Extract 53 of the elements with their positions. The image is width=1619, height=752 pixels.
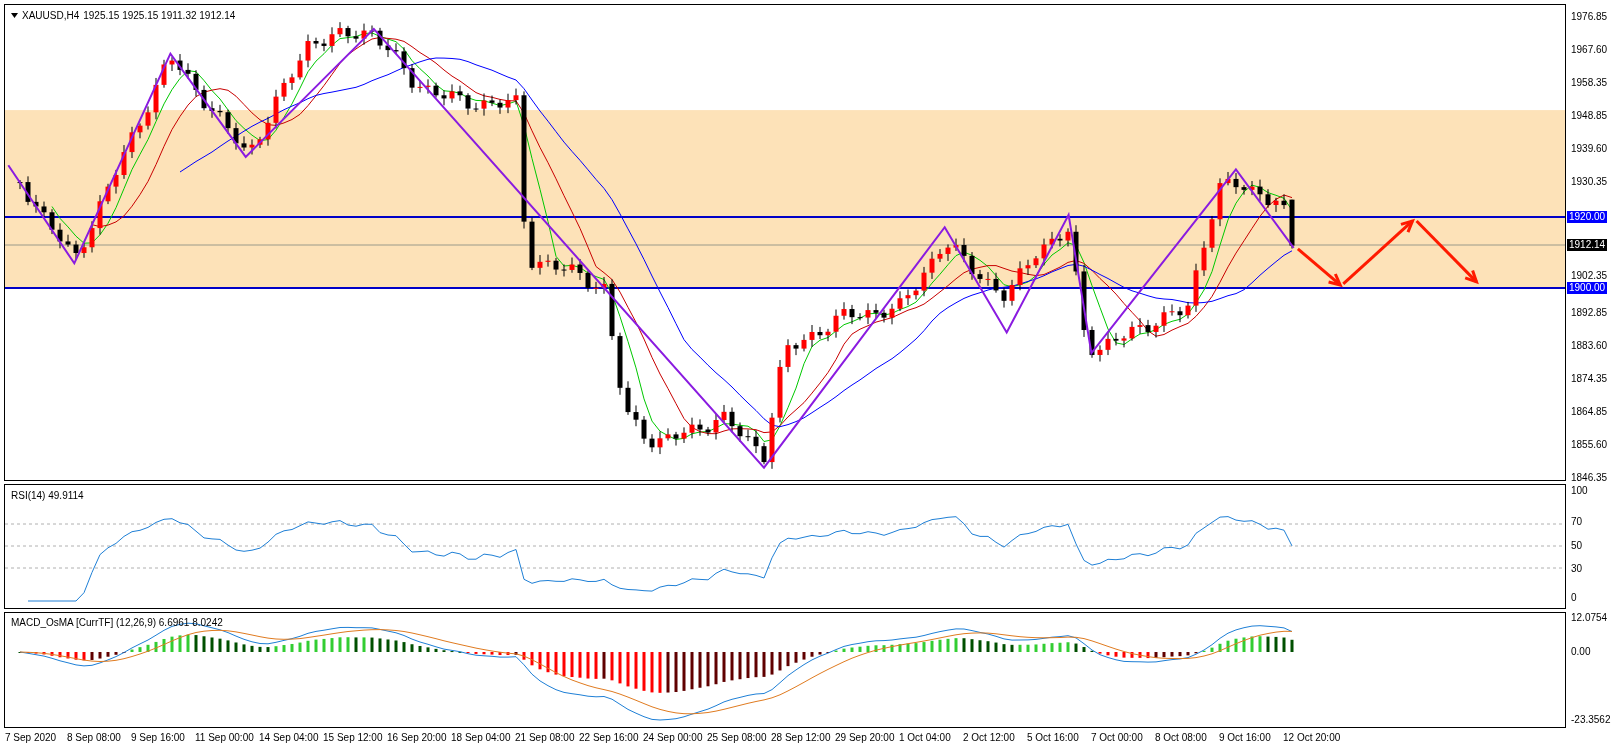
time-axis-label: 14 Sep 04:00 [259,732,319,744]
time-axis-label: 5 Oct 16:00 [1027,732,1079,744]
ohlc-values: 1925.15 1925.15 1911.32 1912.14 [83,9,236,23]
rsi-axis-label: 50 [1571,540,1583,552]
time-axis-label: 22 Sep 16:00 [579,732,639,744]
price-axis-label: 1976.85 [1571,11,1608,23]
dropdown-triangle-icon[interactable] [11,13,18,18]
time-axis-label: 16 Sep 20:00 [387,732,447,744]
time-axis-label: 7 Sep 2020 [5,732,57,744]
time-axis-label: 21 Sep 08:00 [515,732,575,744]
rsi-axis-label: 0 [1571,592,1577,604]
time-axis-label: 9 Sep 16:00 [131,732,185,744]
price-axis-label: 1883.60 [1571,340,1608,353]
horizontal-level-line[interactable] [5,216,1565,218]
time-axis-label: 1 Oct 04:00 [899,732,951,744]
rsi-axis-label: 70 [1571,516,1583,528]
time-axis-label: 2 Oct 12:00 [963,732,1015,744]
macd-axis-label: 12.0754 [1571,612,1608,624]
time-axis-label: 29 Sep 20:00 [835,732,895,744]
price-axis-label: 1939.60 [1571,142,1608,155]
time-axis-label: 9 Oct 16:00 [1219,732,1271,744]
rsi-label: RSI(14) 49.9114 [11,489,84,503]
current-price-label: 1912.14 [1567,239,1608,251]
price-level-label: 1920.00 [1567,211,1608,223]
time-axis-label: 11 Sep 00:00 [195,732,254,744]
price-axis-label: 1930.35 [1571,175,1608,188]
time-axis-label: 8 Sep 08:00 [67,732,121,744]
price-axis-label: 1892.85 [1571,307,1608,320]
forecast-arrow [1415,219,1479,285]
rsi-axis-label: 100 [1571,485,1588,497]
time-axis-label: 15 Sep 12:00 [323,732,383,744]
time-axis-label: 25 Sep 08:00 [707,732,767,744]
time-axis-label: 28 Sep 12:00 [771,732,831,744]
macd-axis-label: -23.3562 [1571,714,1611,726]
price-axis-label: 1846.35 [1571,472,1608,484]
price-axis-label: 1967.60 [1571,43,1608,56]
time-axis-label: 7 Oct 00:00 [1091,732,1143,744]
price-axis-label: 1902.35 [1571,270,1608,283]
horizontal-level-line[interactable] [5,287,1565,289]
price-axis-label: 1864.85 [1571,406,1608,419]
price-axis-label: 1948.85 [1571,109,1608,122]
time-axis-label: 24 Sep 00:00 [643,732,703,744]
price-axis-label: 1958.35 [1571,76,1608,89]
price-axis-label: 1874.35 [1571,373,1608,386]
macd-label: MACD_OsMA [CurrTF] (12,26,9) 6.6961 8.0242 [11,616,223,630]
time-axis-label: 12 Oct 20:00 [1283,732,1341,744]
rsi-axis-label: 30 [1571,563,1583,575]
symbol-label: XAUUSD,H4 [22,9,80,23]
macd-axis-label: 0.00 [1571,646,1591,658]
time-axis-label: 8 Oct 08:00 [1155,732,1207,744]
price-axis-label: 1855.60 [1571,439,1608,452]
price-level-label: 1900.00 [1567,282,1608,294]
time-axis-label: 18 Sep 04:00 [451,732,511,744]
